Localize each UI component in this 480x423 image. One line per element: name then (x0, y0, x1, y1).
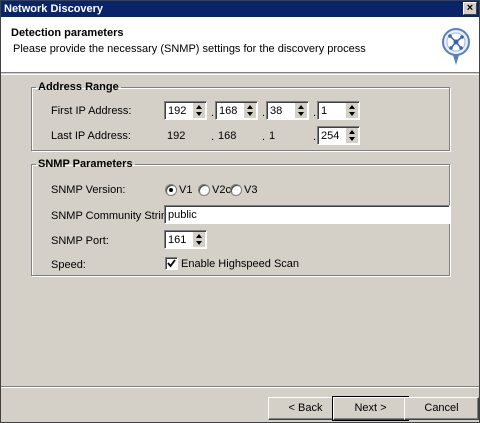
spin-arrows-icon[interactable] (295, 103, 307, 118)
speed-label: Speed: (51, 259, 86, 271)
snmp-v1-label[interactable]: V1 (179, 184, 192, 196)
ip-dot: . (262, 107, 266, 119)
title-bar: Network Discovery × (1, 1, 479, 17)
first-ip-octet-4-value: 1 (321, 105, 328, 117)
ip-dot: . (313, 107, 317, 119)
last-ip-octet-1: 192 (167, 130, 186, 142)
first-ip-octet-4[interactable]: 1 (317, 101, 360, 120)
highspeed-label[interactable]: Enable Highspeed Scan (181, 258, 299, 270)
snmp-v2c-radio[interactable] (198, 184, 210, 196)
spin-arrows-icon[interactable] (244, 103, 256, 118)
snmp-v3-label[interactable]: V3 (244, 184, 257, 196)
community-string-label: SNMP Community String: (51, 210, 177, 222)
last-ip-octet-2: 168 (218, 130, 237, 142)
first-ip-octet-2[interactable]: 168 (215, 101, 258, 120)
network-discovery-window: Network Discovery × Detection parameters… (0, 0, 480, 423)
snmp-parameters-legend: SNMP Parameters (38, 158, 133, 170)
last-ip-label: Last IP Address: (51, 130, 131, 142)
ip-dot: . (211, 107, 215, 119)
header-title: Detection parameters (11, 27, 124, 39)
first-ip-octet-2-value: 168 (219, 105, 238, 117)
checkmark-icon (167, 259, 176, 268)
snmp-version-label: SNMP Version: (51, 184, 126, 196)
last-ip-octet-4[interactable]: 254 (317, 126, 360, 145)
last-ip-octet-4-value: 254 (321, 130, 340, 142)
first-ip-octet-1-value: 192 (168, 105, 187, 117)
footer-separator-highlight (1, 387, 479, 388)
cancel-button[interactable]: Cancel (404, 397, 479, 420)
header-subtitle: Please provide the necessary (SNMP) sett… (13, 43, 366, 55)
network-discovery-icon (442, 28, 470, 65)
next-button[interactable]: Next > (332, 396, 409, 421)
ip-dot: . (262, 131, 266, 143)
snmp-port-spinner[interactable]: 161 (164, 230, 207, 249)
spin-arrows-icon[interactable] (193, 103, 205, 118)
community-string-input[interactable] (165, 206, 449, 223)
spin-arrows-icon[interactable] (346, 103, 358, 118)
last-ip-octet-3: 1 (269, 130, 276, 142)
ip-dot: . (211, 131, 215, 143)
spin-arrows-icon[interactable] (193, 232, 205, 247)
spin-arrows-icon[interactable] (346, 128, 358, 143)
window-title: Network Discovery (4, 3, 104, 15)
wizard-header: Detection parameters Please provide the … (1, 17, 479, 73)
address-range-legend: Address Range (38, 81, 119, 93)
snmp-port-label: SNMP Port: (51, 235, 109, 247)
snmp-v3-radio[interactable] (230, 184, 242, 196)
highspeed-checkbox[interactable] (165, 257, 178, 270)
snmp-port-value: 161 (168, 234, 187, 246)
header-separator (1, 74, 479, 75)
first-ip-octet-1[interactable]: 192 (164, 101, 207, 120)
ip-dot: . (313, 131, 317, 143)
first-ip-octet-3-value: 38 (270, 105, 283, 117)
back-button[interactable]: < Back (268, 397, 343, 420)
close-button[interactable]: × (463, 2, 477, 15)
first-ip-label: First IP Address: (51, 105, 132, 117)
snmp-v1-radio[interactable] (165, 184, 177, 196)
community-string-field[interactable] (164, 205, 450, 224)
first-ip-octet-3[interactable]: 38 (266, 101, 309, 120)
snmp-v2c-label[interactable]: V2c (212, 184, 231, 196)
